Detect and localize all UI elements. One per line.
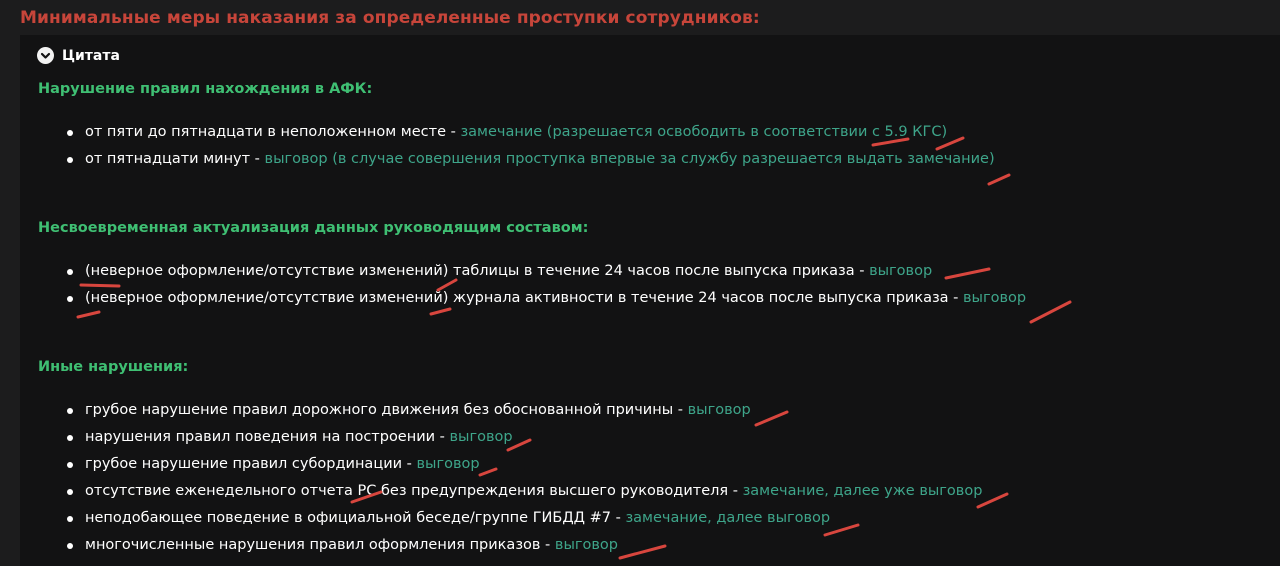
- list-item: от пяти до пятнадцати в неположенном мес…: [64, 119, 995, 146]
- quote-toggle-label[interactable]: Цитата: [62, 48, 120, 64]
- page-heading: Минимальные меры наказания за определенн…: [20, 8, 760, 28]
- list-item: многочисленные нарушения правил оформлен…: [64, 532, 982, 559]
- section-title-other: Иные нарушения:: [38, 359, 189, 375]
- penalty-text: замечание (разрешается освободить в соот…: [460, 124, 948, 140]
- rule-text: отсутствие еженедельного отчета РС без п…: [85, 483, 743, 499]
- list-item: грубое нарушение правил субординации - в…: [64, 451, 982, 478]
- rule-text: (неверное оформление/отсутствие изменени…: [85, 290, 964, 306]
- rules-list-other: грубое нарушение правил дорожного движен…: [64, 397, 982, 559]
- list-item: (неверное оформление/отсутствие изменени…: [64, 258, 1026, 285]
- section-title-afk: Нарушение правил нахождения в АФК:: [38, 81, 373, 97]
- rule-text: многочисленные нарушения правил оформлен…: [85, 537, 555, 553]
- penalty-text: выговор: [449, 429, 513, 445]
- list-item: отсутствие еженедельного отчета РС без п…: [64, 478, 982, 505]
- penalty-text: замечание, далее уже выговор: [742, 483, 983, 499]
- chevron-down-icon[interactable]: [37, 47, 54, 64]
- penalty-text: выговор (в случае совершения проступка в…: [264, 151, 995, 167]
- rules-list-afk: от пяти до пятнадцати в неположенном мес…: [64, 119, 995, 173]
- list-item: (неверное оформление/отсутствие изменени…: [64, 285, 1026, 312]
- list-item: неподобающее поведение в официальной бес…: [64, 505, 982, 532]
- penalty-text: выговор: [687, 402, 751, 418]
- list-item: от пятнадцати минут - выговор (в случае …: [64, 146, 995, 173]
- penalty-text: выговор: [963, 290, 1027, 306]
- rule-text: грубое нарушение правил дорожного движен…: [85, 402, 688, 418]
- rules-list-actualization: (неверное оформление/отсутствие изменени…: [64, 258, 1026, 312]
- penalty-text: замечание, далее выговор: [625, 510, 831, 526]
- penalty-text: выговор: [416, 456, 480, 472]
- rule-text: от пятнадцати минут -: [85, 151, 265, 167]
- rule-text: грубое нарушение правил субординации -: [85, 456, 417, 472]
- penalty-text: выговор: [554, 537, 619, 553]
- quote-toggle[interactable]: Цитата: [37, 47, 120, 64]
- list-item: нарушения правил поведения на построении…: [64, 424, 982, 451]
- rule-text: нарушения правил поведения на построении…: [85, 429, 450, 445]
- rule-text: неподобающее поведение в официальной бес…: [85, 510, 626, 526]
- quote-block: Цитата Нарушение правил нахождения в АФК…: [20, 35, 1280, 566]
- section-title-actualization: Несвоевременная актуализация данных руко…: [38, 220, 589, 236]
- rule-text: (неверное оформление/отсутствие изменени…: [85, 263, 870, 279]
- list-item: грубое нарушение правил дорожного движен…: [64, 397, 982, 424]
- penalty-text: выговор: [869, 263, 933, 279]
- rule-text: от пяти до пятнадцати в неположенном мес…: [85, 124, 461, 140]
